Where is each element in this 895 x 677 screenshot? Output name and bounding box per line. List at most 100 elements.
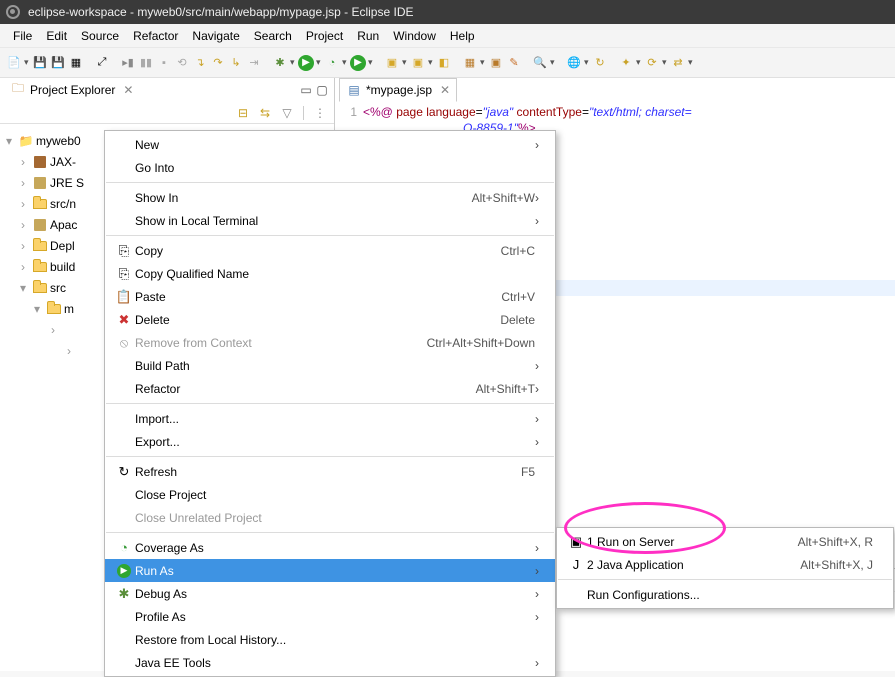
jsp-file-icon: ▤ — [346, 82, 362, 98]
title-bar: eclipse-workspace - myweb0/src/main/weba… — [0, 0, 895, 24]
debug-icon[interactable]: ✱ — [272, 55, 288, 71]
ctx-2-java-application[interactable]: J2 Java ApplicationAlt+Shift+X, J — [557, 553, 893, 576]
ctx-show-in-local-terminal[interactable]: Show in Local Terminal› — [105, 209, 555, 232]
explorer-toolbar: ⊟ ⇆ ▽ ⋮ — [0, 102, 334, 124]
context-menu[interactable]: New›Go Into Show InAlt+Shift+W›Show in Lo… — [104, 130, 556, 677]
ctx-coverage-as[interactable]: ◔Coverage As› — [105, 536, 555, 559]
ctx-run-as[interactable]: ▶Run As› — [105, 559, 555, 582]
menu-project[interactable]: Project — [299, 26, 350, 46]
ctx-run-configurations[interactable]: Run Configurations... — [557, 583, 893, 606]
ctx-show-in[interactable]: Show InAlt+Shift+W› — [105, 186, 555, 209]
terminate-icon[interactable]: ▪ — [156, 55, 172, 71]
eclipse-logo-icon — [6, 5, 20, 19]
ctx-import[interactable]: Import...› — [105, 407, 555, 430]
maximize-view-icon[interactable]: ▢ — [314, 82, 330, 98]
ctx-paste[interactable]: 📋PasteCtrl+V — [105, 285, 555, 308]
step-over-icon[interactable]: ↷ — [210, 55, 226, 71]
menu-source[interactable]: Source — [74, 26, 126, 46]
project-explorer-label: Project Explorer — [30, 83, 115, 97]
menu-navigate[interactable]: Navigate — [185, 26, 246, 46]
view-menu-icon[interactable]: ⋮ — [312, 105, 328, 121]
folder-icon — [32, 238, 48, 254]
filter-icon[interactable]: ▽ — [279, 105, 295, 121]
tree-item-label[interactable]: Depl — [50, 239, 75, 253]
paint-icon[interactable]: ✎ — [506, 55, 522, 71]
folder-icon — [32, 280, 48, 296]
folder-icon — [46, 301, 62, 317]
ctx-remove-from-context: ⦸Remove from ContextCtrl+Alt+Shift+Down — [105, 331, 555, 354]
menu-window[interactable]: Window — [386, 26, 443, 46]
folder-icon — [32, 196, 48, 212]
link-editor-icon[interactable]: ⇆ — [257, 105, 273, 121]
navigator-icon: 🗀 — [10, 82, 26, 98]
close-view-icon[interactable]: ✕ — [123, 83, 133, 97]
ctx-restore-from-local-history[interactable]: Restore from Local History... — [105, 628, 555, 651]
menu-file[interactable]: File — [6, 26, 39, 46]
ctx-refresh[interactable]: ↻RefreshF5 — [105, 460, 555, 483]
new-servlet-icon[interactable]: ▣ — [410, 55, 426, 71]
menu-refactor[interactable]: Refactor — [126, 26, 185, 46]
ctx-close-unrelated-project: Close Unrelated Project — [105, 506, 555, 529]
folder-icon — [32, 259, 48, 275]
ctx-copy[interactable]: ⎘CopyCtrl+C — [105, 239, 555, 262]
tree-item-label[interactable]: JRE S — [50, 176, 84, 190]
new-package-icon[interactable]: ▦ — [462, 55, 478, 71]
menu-help[interactable]: Help — [443, 26, 482, 46]
tree-item-label[interactable]: Apac — [50, 218, 77, 232]
suspend-icon[interactable]: ▮▮ — [138, 55, 154, 71]
ctx-go-into[interactable]: Go Into — [105, 156, 555, 179]
ctx-refactor[interactable]: RefactorAlt+Shift+T› — [105, 377, 555, 400]
main-toolbar: 📄▾ 💾 💾 ▦ ⤢ ▸▮ ▮▮ ▪ ⟲ ↴ ↷ ↳ ⇥ ✱▾ ▶▾ ◔▾ ▶▾… — [0, 48, 895, 78]
wizard-icon[interactable]: ✦ — [618, 55, 634, 71]
ctx-close-project[interactable]: Close Project — [105, 483, 555, 506]
menu-run[interactable]: Run — [350, 26, 386, 46]
project-root[interactable]: myweb0 — [36, 134, 81, 148]
tree-item-label[interactable]: src/n — [50, 197, 76, 211]
new-icon[interactable]: 📄 — [6, 55, 22, 71]
ctx-export[interactable]: Export...› — [105, 430, 555, 453]
ctx-new[interactable]: New› — [105, 133, 555, 156]
save-all-icon[interactable]: 💾 — [50, 55, 66, 71]
refresh-globe-icon[interactable]: ↻ — [592, 55, 608, 71]
project-explorer-tab[interactable]: 🗀 Project Explorer ✕ — [4, 80, 139, 101]
run-as-submenu[interactable]: ▣1 Run on ServerAlt+Shift+X, RJ2 Java Ap… — [556, 527, 894, 609]
menu-edit[interactable]: Edit — [39, 26, 74, 46]
tree-item-label[interactable]: m — [64, 302, 74, 316]
run-icon[interactable]: ▶ — [298, 55, 314, 71]
lib-icon — [32, 217, 48, 233]
ctx-build-path[interactable]: Build Path› — [105, 354, 555, 377]
tree-item-label[interactable]: build — [50, 260, 75, 274]
ctx-profile-as[interactable]: Profile As› — [105, 605, 555, 628]
run-last-icon[interactable]: ▶ — [350, 55, 366, 71]
browser-icon[interactable]: 🌐 — [566, 55, 582, 71]
tree-item-label[interactable]: JAX- — [50, 155, 76, 169]
zoom-icon[interactable]: ⤢ — [94, 55, 110, 71]
minimize-view-icon[interactable]: ▭ — [298, 82, 314, 98]
step-into-icon[interactable]: ↴ — [192, 55, 208, 71]
collapse-all-icon[interactable]: ⊟ — [235, 105, 251, 121]
tree-item-label[interactable]: src — [50, 281, 66, 295]
step-return-icon[interactable]: ↳ — [228, 55, 244, 71]
filter-arrow-icon[interactable]: ⇄ — [670, 55, 686, 71]
new-jsp-icon[interactable]: ◧ — [436, 55, 452, 71]
search-icon[interactable]: 🔍 — [532, 55, 548, 71]
disconnect-icon[interactable]: ⟲ — [174, 55, 190, 71]
menu-search[interactable]: Search — [247, 26, 299, 46]
new-server-icon[interactable]: ▣ — [384, 55, 400, 71]
refresh-icon[interactable]: ⟳ — [644, 55, 660, 71]
coverage-icon[interactable]: ◔ — [324, 55, 340, 71]
new-class-icon[interactable]: ▣ — [488, 55, 504, 71]
ctx-delete[interactable]: ✖DeleteDelete — [105, 308, 555, 331]
ctx-copy-qualified-name[interactable]: ⎘Copy Qualified Name — [105, 262, 555, 285]
editor-tab-mypage[interactable]: ▤ *mypage.jsp ✕ — [339, 78, 457, 102]
drop-to-frame-icon[interactable]: ⇥ — [246, 55, 262, 71]
resume-icon[interactable]: ▸▮ — [120, 55, 136, 71]
ctx-1-run-on-server[interactable]: ▣1 Run on ServerAlt+Shift+X, R — [557, 530, 893, 553]
ctx-debug-as[interactable]: ✱Debug As› — [105, 582, 555, 605]
editor-tab-label: *mypage.jsp — [366, 83, 432, 97]
save-icon[interactable]: 💾 — [32, 55, 48, 71]
pkg-icon — [32, 154, 48, 170]
window-title: eclipse-workspace - myweb0/src/main/weba… — [28, 5, 413, 19]
close-editor-icon[interactable]: ✕ — [440, 83, 450, 97]
open-type-icon[interactable]: ▦ — [68, 55, 84, 71]
